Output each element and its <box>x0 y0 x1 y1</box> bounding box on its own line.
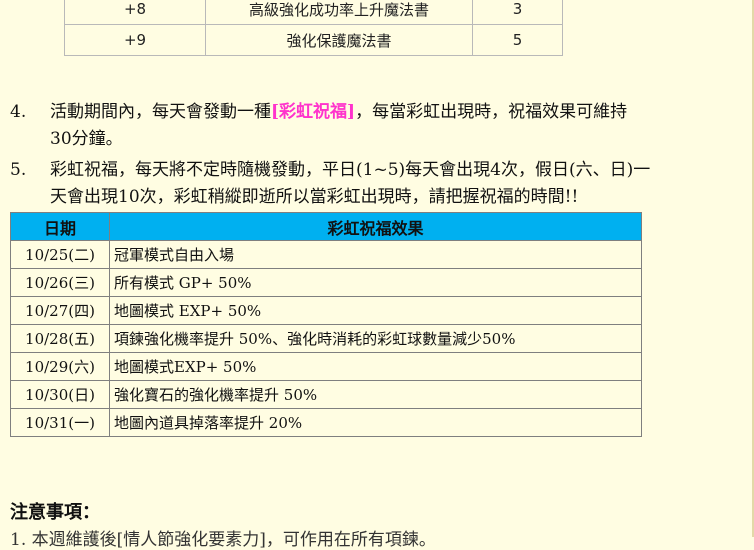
item-cell: 強化保護魔法書 <box>205 24 473 56</box>
item-text: 活動期間內，每天會發動一種[彩虹祝福]，每當彩虹出現時，祝福效果可維持 30分鐘… <box>50 99 750 153</box>
rainbow-schedule-table: 日期 彩虹祝福效果 10/25(二) 冠軍模式自由入場 10/26(三) 所有模… <box>10 212 642 437</box>
item-text-before: 活動期間內，每天會發動一種 <box>50 102 271 122</box>
effect-cell: 項鍊強化機率提升 50%、強化時消耗的彩虹球數量減少50% <box>109 324 642 353</box>
effect-cell: 地圖內道具掉落率提升 20% <box>109 408 642 437</box>
table-row: 10/28(五) 項鍊強化機率提升 50%、強化時消耗的彩虹球數量減少50% <box>10 324 642 353</box>
effect-cell: 冠軍模式自由入場 <box>109 240 642 269</box>
item-cell: 高級強化成功率上升魔法書 <box>205 0 473 25</box>
table-header-row: 日期 彩虹祝福效果 <box>10 212 642 241</box>
count-cell: 3 <box>472 0 563 25</box>
item-line: 彩虹祝福，每天將不定時隨機發動，平日(1~5)每天會出現4次，假日(六、日)一 <box>50 160 651 180</box>
effect-cell: 地圖模式EXP+ 50% <box>109 352 642 381</box>
table-row: 10/26(三) 所有模式 GP+ 50% <box>10 268 642 297</box>
enhancement-table: +8 高級強化成功率上升魔法書 3 +9 強化保護魔法書 5 <box>64 0 563 56</box>
item-text: 彩虹祝福，每天將不定時隨機發動，平日(1~5)每天會出現4次，假日(六、日)一 … <box>50 157 750 211</box>
date-cell: 10/27(四) <box>10 296 110 325</box>
notes-item-1: 1. 本週維護後[情人節強化要素力]，可作用在所有項鍊。 <box>10 530 436 550</box>
level-cell: +8 <box>64 0 206 25</box>
item-number: 5. <box>10 160 27 180</box>
item-line: 活動期間內，每天會發動一種[彩虹祝福]，每當彩虹出現時，祝福效果可維持 <box>50 99 750 126</box>
table-row: 10/30(日) 強化寶石的強化機率提升 50% <box>10 380 642 409</box>
notes-heading: 注意事項： <box>10 502 100 523</box>
date-cell: 10/25(二) <box>10 240 110 269</box>
table-row: 10/29(六) 地圖模式EXP+ 50% <box>10 352 642 381</box>
table-row: +9 強化保護魔法書 5 <box>64 24 563 56</box>
header-date: 日期 <box>10 212 110 241</box>
rainbow-blessing-highlight: [彩虹祝福] <box>271 102 356 122</box>
item-text-after: ，每當彩虹出現時，祝福效果可維持 <box>355 102 628 122</box>
table-row: 10/31(一) 地圖內道具掉落率提升 20% <box>10 408 642 437</box>
count-cell: 5 <box>472 24 563 56</box>
item-number: 4. <box>10 102 27 122</box>
table-row: 10/27(四) 地圖模式 EXP+ 50% <box>10 296 642 325</box>
header-effect: 彩虹祝福效果 <box>109 212 642 241</box>
item-line-2: 30分鐘。 <box>50 129 123 149</box>
table-row: 10/25(二) 冠軍模式自由入場 <box>10 240 642 269</box>
level-cell: +9 <box>64 24 206 56</box>
date-cell: 10/26(三) <box>10 268 110 297</box>
date-cell: 10/29(六) <box>10 352 110 381</box>
effect-cell: 地圖模式 EXP+ 50% <box>109 296 642 325</box>
item-line-2: 天會出現10次，彩虹稍縱即逝所以當彩虹出現時，請把握祝福的時間!! <box>50 187 579 207</box>
date-cell: 10/30(日) <box>10 380 110 409</box>
effect-cell: 所有模式 GP+ 50% <box>109 268 642 297</box>
table-row: +8 高級強化成功率上升魔法書 3 <box>64 0 563 25</box>
date-cell: 10/28(五) <box>10 324 110 353</box>
date-cell: 10/31(一) <box>10 408 110 437</box>
effect-cell: 強化寶石的強化機率提升 50% <box>109 380 642 409</box>
